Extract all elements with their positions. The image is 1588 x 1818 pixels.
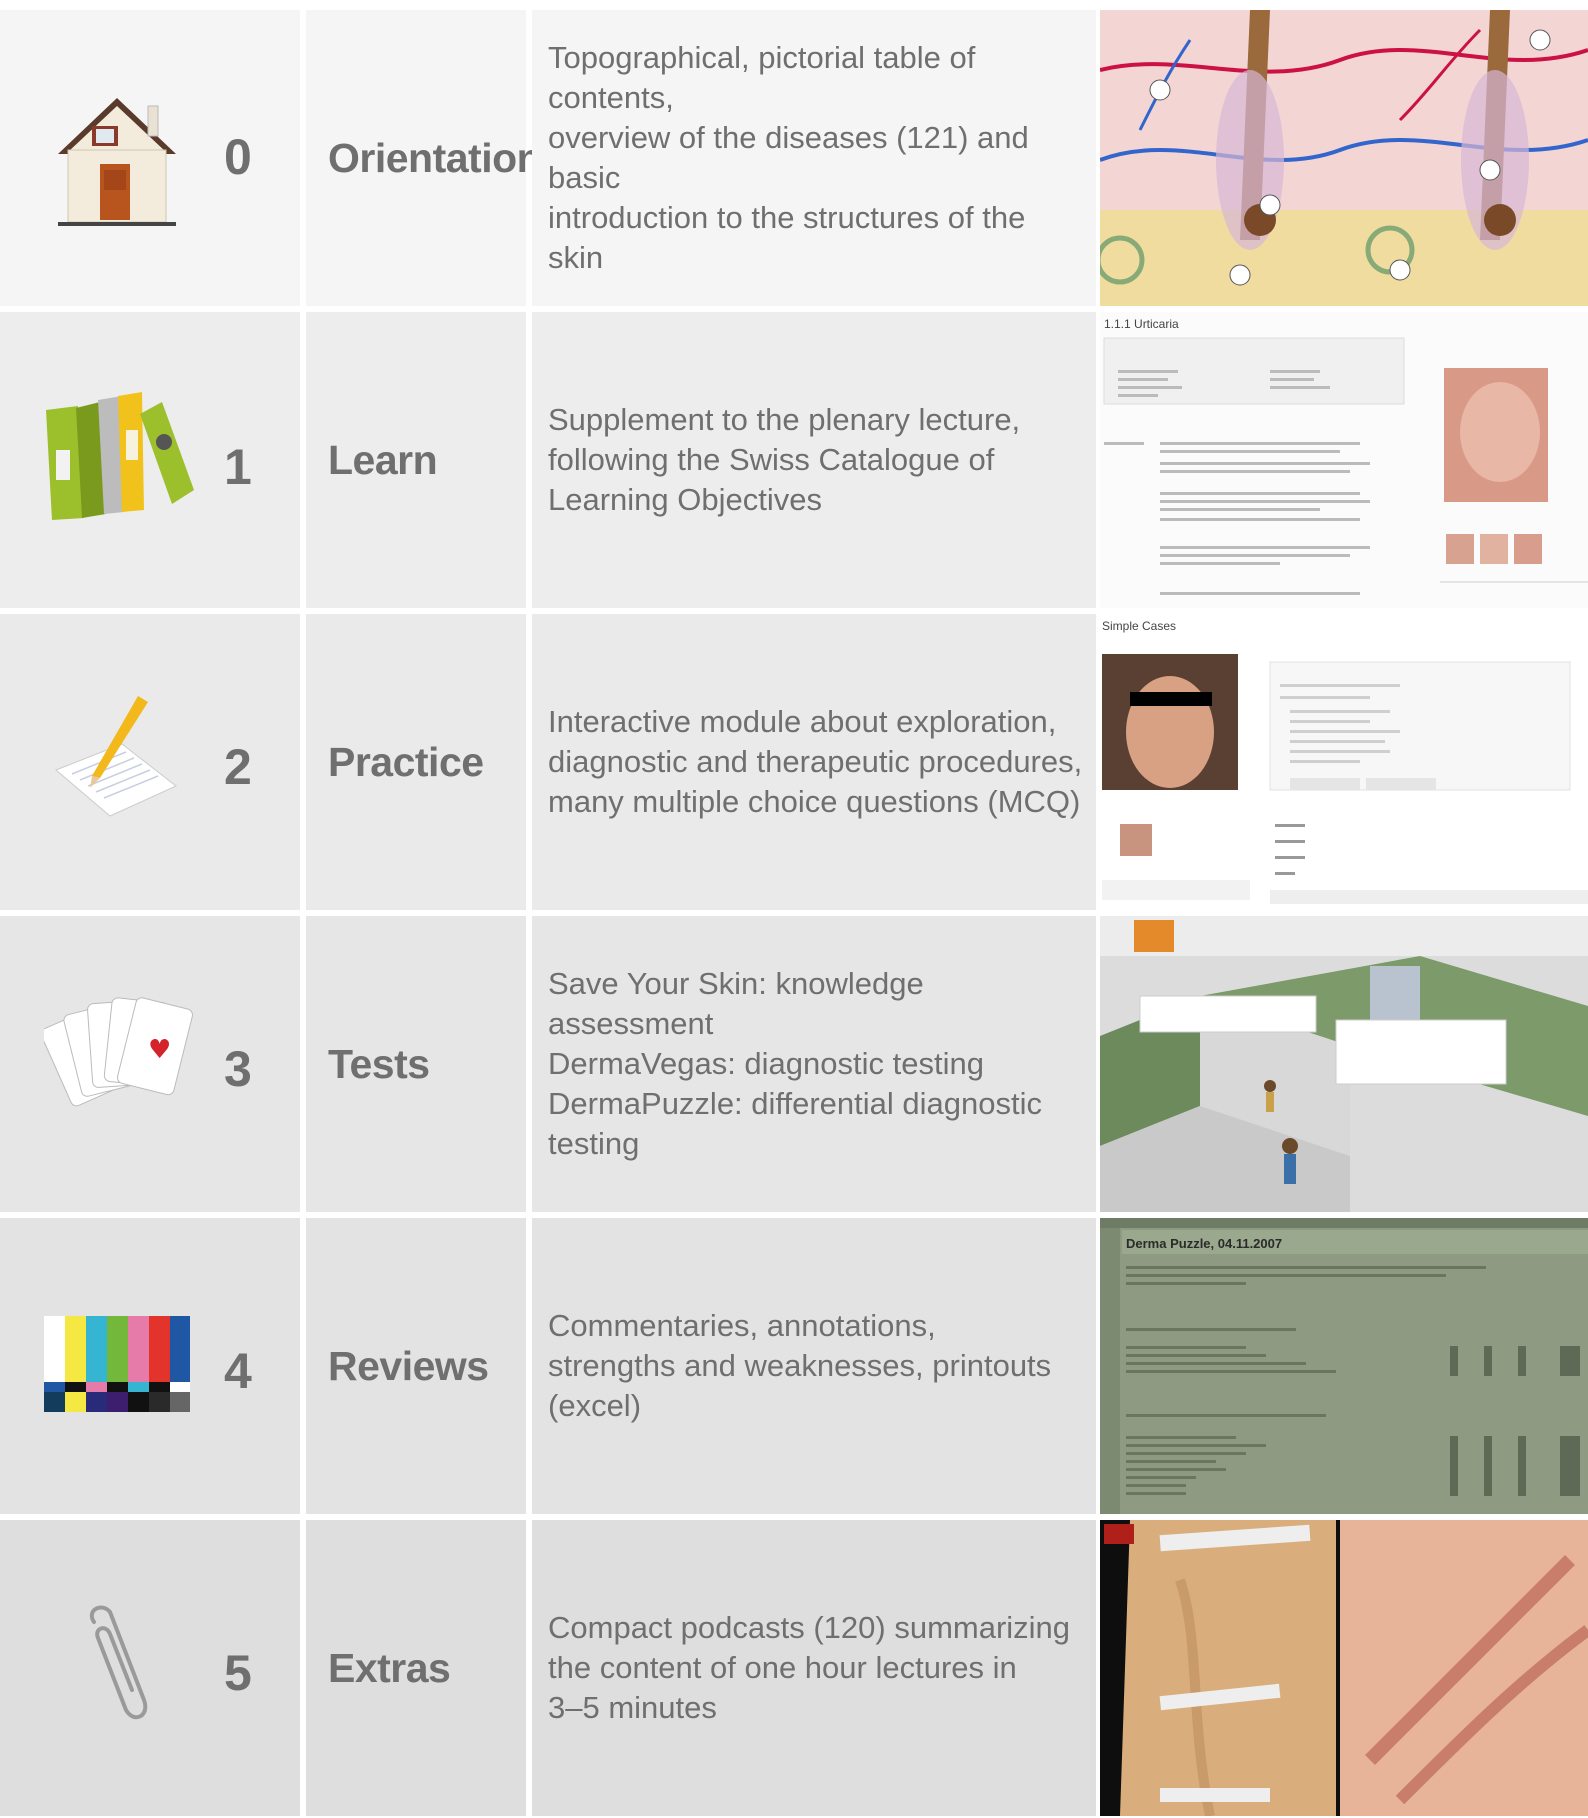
- paperclip-icon: [90, 1605, 148, 1720]
- thumbnail-cell: Derma Puzzle, 04.11.2007: [1100, 1218, 1588, 1514]
- row-number: 3: [224, 1041, 252, 1097]
- thumb-heading: Simple Cases: [1102, 619, 1176, 633]
- description-cell: Interactive module about exploration, di…: [532, 614, 1096, 910]
- title-cell: Practice: [306, 614, 526, 910]
- row-number: 2: [224, 739, 252, 795]
- title-cell: Tests: [306, 916, 526, 1212]
- icon-cell: 5: [0, 1520, 300, 1816]
- skin-structure-illustration[interactable]: [1100, 10, 1588, 306]
- row-number: 1: [224, 439, 252, 495]
- icon-cell: ♥ 3: [0, 916, 300, 1212]
- binders-icon: [46, 392, 194, 520]
- row-description: Supplement to the plenary lecture, follo…: [548, 402, 1021, 517]
- row-number: 4: [224, 1343, 252, 1399]
- description-cell: Topographical, pictorial table of conten…: [532, 10, 1096, 306]
- table-row-reviews: 4 Reviews Commentaries, annotations, str…: [0, 1218, 1588, 1514]
- row-description: Interactive module about exploration, di…: [548, 704, 1083, 819]
- table-row-practice: 2 Practice Interactive module about expl…: [0, 614, 1588, 910]
- notepad-pencil-icon: [55, 696, 177, 817]
- title-cell: Reviews: [306, 1218, 526, 1514]
- house-icon: [58, 98, 176, 226]
- icon-cell: 0: [0, 10, 300, 306]
- thumbnail-cell: [1100, 1520, 1588, 1816]
- skin-photo[interactable]: [1100, 1520, 1588, 1816]
- icon-cell: 1: [0, 312, 300, 608]
- table-row-learn: 1 Learn Supplement to the plenary lectur…: [0, 312, 1588, 608]
- row-description: Topographical, pictorial table of conten…: [548, 40, 1029, 275]
- row-title[interactable]: Reviews: [328, 1218, 489, 1514]
- svg-text:♥: ♥: [148, 1035, 171, 1065]
- playing-cards-icon: ♥: [44, 997, 193, 1107]
- urticaria-page-screenshot[interactable]: 1.1.1 Urticaria: [1100, 312, 1588, 608]
- game-screenshot[interactable]: [1100, 916, 1588, 1212]
- thumb-heading: Derma Puzzle, 04.11.2007: [1126, 1236, 1282, 1251]
- description-cell: Supplement to the plenary lecture, follo…: [532, 312, 1096, 608]
- row-description: Save Your Skin: knowledge assessment Der…: [548, 966, 1042, 1161]
- thumb-heading: 1.1.1 Urticaria: [1104, 317, 1179, 331]
- row-description: Compact podcasts (120) summarizing the c…: [548, 1610, 1071, 1725]
- title-cell: Extras: [306, 1520, 526, 1816]
- row-title[interactable]: Orientation: [328, 10, 542, 306]
- table-row-extras: 5 Extras Compact podcasts (120) summariz…: [0, 1520, 1588, 1816]
- spreadsheet-screenshot[interactable]: Derma Puzzle, 04.11.2007: [1100, 1218, 1588, 1514]
- description-cell: Save Your Skin: knowledge assessment Der…: [532, 916, 1096, 1212]
- row-title[interactable]: Learn: [328, 312, 438, 608]
- icon-cell: 2: [0, 614, 300, 910]
- row-description: Commentaries, annotations, strengths and…: [548, 1308, 1052, 1423]
- row-number: 5: [224, 1645, 252, 1701]
- description-cell: Commentaries, annotations, strengths and…: [532, 1218, 1096, 1514]
- row-title[interactable]: Tests: [328, 916, 430, 1212]
- table-row-orientation: 0 Orientation Topographical, pictorial t…: [0, 10, 1588, 306]
- row-title[interactable]: Practice: [328, 614, 484, 910]
- title-cell: Orientation: [306, 10, 542, 306]
- title-cell: Learn: [306, 312, 526, 608]
- row-number: 0: [224, 129, 252, 185]
- row-title[interactable]: Extras: [328, 1520, 451, 1816]
- thumbnail-cell: [1100, 916, 1588, 1212]
- thumbnail-cell: Simple Cases: [1100, 614, 1588, 910]
- color-bars-icon: [44, 1316, 190, 1412]
- simple-cases-screenshot[interactable]: Simple Cases: [1100, 614, 1588, 910]
- thumbnail-cell: 1.1.1 Urticaria: [1100, 312, 1588, 608]
- description-cell: Compact podcasts (120) summarizing the c…: [532, 1520, 1096, 1816]
- icon-cell: 4: [0, 1218, 300, 1514]
- table-row-tests: ♥ 3 Tests Save Your Skin: knowledge asse…: [0, 916, 1588, 1212]
- thumbnail-cell: [1100, 10, 1588, 306]
